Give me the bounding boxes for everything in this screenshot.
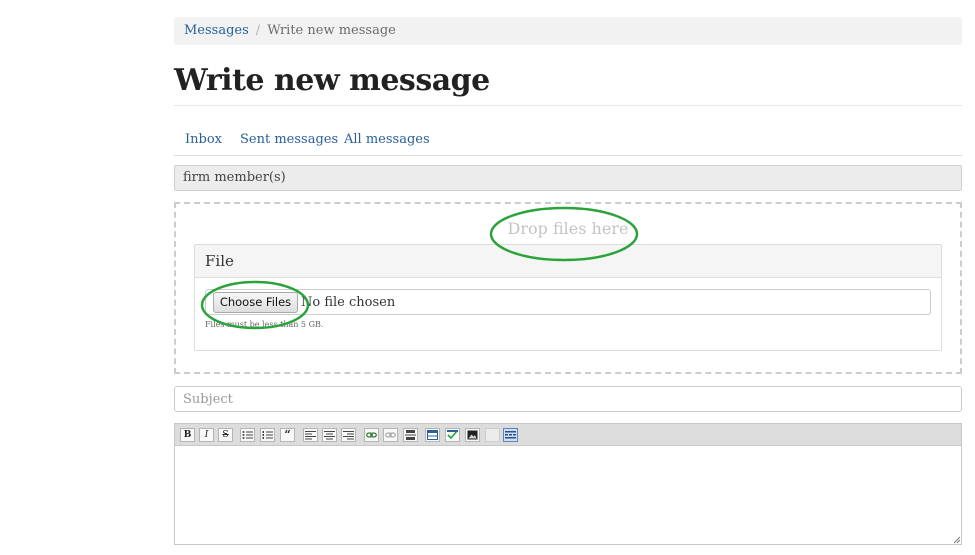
align-right-icon[interactable] xyxy=(341,428,356,442)
editor-toolbar: B I S “ xyxy=(174,423,962,445)
numbered-list-icon[interactable] xyxy=(260,428,275,442)
tab-all-messages[interactable]: All messages xyxy=(344,127,430,153)
message-body-editor[interactable] xyxy=(174,445,962,545)
tab-sent-messages[interactable]: Sent messages xyxy=(240,127,338,153)
horizontal-rule-icon[interactable] xyxy=(403,428,418,442)
resize-grip-icon[interactable] xyxy=(953,536,961,544)
unlink-icon[interactable] xyxy=(383,428,398,442)
breadcrumb-separator: / xyxy=(255,23,261,38)
recipients-field[interactable]: firm member(s) xyxy=(174,165,962,191)
dropzone-label: Drop files here xyxy=(507,219,629,238)
no-file-chosen-label: No file chosen xyxy=(301,295,396,310)
file-size-help: Files must be less than 5 GB. xyxy=(205,320,324,329)
align-left-icon[interactable] xyxy=(303,428,318,442)
choose-files-button[interactable]: Choose Files xyxy=(213,292,298,313)
bullet-list-icon[interactable] xyxy=(240,428,255,442)
breadcrumb-messages-link[interactable]: Messages xyxy=(184,23,249,38)
blank-icon[interactable] xyxy=(485,428,500,442)
image-icon[interactable] xyxy=(465,428,480,442)
page-title: Write new message xyxy=(174,63,490,98)
subject-input[interactable] xyxy=(174,386,962,412)
blockquote-icon[interactable]: “ xyxy=(280,428,295,442)
toggle-toolbar-icon[interactable] xyxy=(503,428,518,442)
italic-icon[interactable]: I xyxy=(199,428,214,442)
bold-icon[interactable]: B xyxy=(180,428,195,442)
title-divider xyxy=(174,105,962,106)
spellcheck-icon[interactable] xyxy=(445,428,460,442)
tab-inbox[interactable]: Inbox xyxy=(185,127,222,153)
breadcrumb: Messages / Write new message xyxy=(174,17,962,45)
breadcrumb-current: Write new message xyxy=(267,23,396,38)
align-center-icon[interactable] xyxy=(322,428,337,442)
file-panel-title: File xyxy=(195,245,941,278)
table-icon[interactable] xyxy=(425,428,440,442)
tabs-divider xyxy=(174,155,962,156)
link-icon[interactable] xyxy=(364,428,379,442)
strikethrough-icon[interactable]: S xyxy=(218,428,233,442)
